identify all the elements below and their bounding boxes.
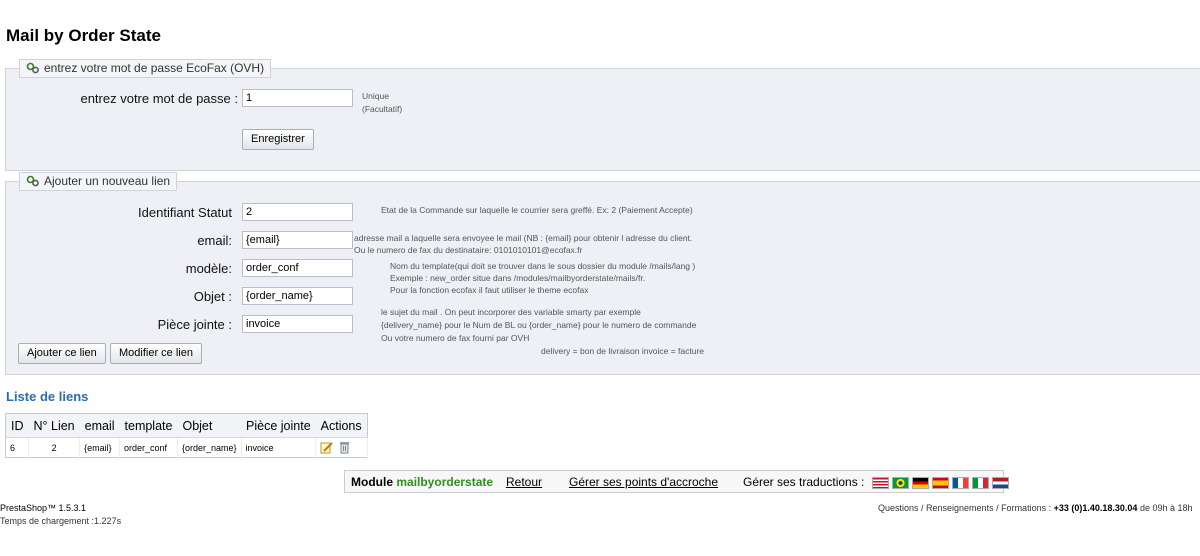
col-link-no: N° Lien: [28, 413, 80, 438]
manage-hooks-link[interactable]: Gérer ses points d'accroche: [569, 475, 718, 489]
ecofax-fieldset: entrez votre mot de passe EcoFax (OVH) e…: [5, 59, 1200, 171]
col-attachment: Pièce jointe: [241, 413, 316, 438]
col-template: template: [119, 413, 178, 438]
cell-link-no: 2: [28, 437, 81, 458]
delete-icon[interactable]: [339, 441, 350, 454]
settings-icon: [26, 175, 39, 187]
subject-input[interactable]: [242, 287, 353, 305]
col-actions: Actions: [315, 413, 368, 438]
attachment-label: Pièce jointe :: [157, 317, 232, 332]
ecofax-legend: entrez votre mot de passe EcoFax (OVH): [19, 59, 272, 78]
flag-de-icon[interactable]: [912, 477, 929, 489]
cell-subject: {order_name}: [177, 437, 242, 458]
language-flags: [869, 477, 1009, 491]
subject-label: Objet :: [193, 289, 232, 304]
back-link[interactable]: Retour: [506, 475, 542, 489]
template-input[interactable]: [242, 259, 353, 277]
flag-nl-icon[interactable]: [992, 477, 1009, 489]
template-label: modèle:: [185, 261, 232, 276]
modify-link-button[interactable]: Modifier ce lien: [110, 343, 202, 364]
email-hint-2: Ou le numero de fax du destinataire: 010…: [354, 245, 583, 255]
flag-it-icon[interactable]: [972, 477, 989, 489]
attachment-hint: delivery = bon de livraison invoice = fa…: [541, 346, 705, 356]
ecofax-legend-text: entrez votre mot de passe EcoFax (OVH): [44, 61, 265, 75]
status-hint: Etat de la Commande sur laquelle le cour…: [381, 205, 693, 215]
table-row: 6 2 {email} order_conf {order_name} invo…: [5, 437, 368, 458]
email-hint-1: adresse mail a laquelle sera envoyee le …: [354, 233, 693, 243]
password-input[interactable]: [242, 89, 353, 107]
password-hint-unique: Unique: [362, 91, 389, 101]
edit-icon[interactable]: [320, 441, 333, 454]
email-input[interactable]: [242, 231, 353, 249]
col-email: email: [79, 413, 120, 438]
contact-info: Questions / Renseignements / Formations …: [878, 503, 1193, 513]
subject-hint-3: Ou votre numero de fax fourni par OVH: [381, 333, 530, 343]
new-link-legend: Ajouter un nouveau lien: [19, 172, 178, 191]
status-label: Identifiant Statut: [138, 205, 232, 220]
table-header-row: ID N° Lien email template Objet Pièce jo…: [5, 413, 368, 438]
email-label: email:: [197, 233, 232, 248]
prestashop-version: PrestaShop™ 1.5.3.1: [0, 503, 87, 513]
template-hint-1: Nom du template(qui doit se trouver dans…: [390, 261, 696, 271]
flag-fr-icon[interactable]: [952, 477, 969, 489]
cell-email: {email}: [79, 437, 121, 458]
new-link-fieldset: Ajouter un nouveau lien Identifiant Stat…: [5, 172, 1200, 375]
template-hint-3: Pour la fonction ecofax il faut utiliser…: [390, 285, 589, 295]
add-link-button[interactable]: Ajouter ce lien: [18, 343, 106, 364]
col-id: ID: [5, 413, 29, 438]
flag-en-icon[interactable]: [872, 477, 889, 489]
subject-hint-1: le sujet du mail . On peut incorporer de…: [381, 307, 641, 317]
load-time: Temps de chargement :1.227s: [0, 516, 122, 526]
save-button[interactable]: Enregistrer: [242, 129, 314, 150]
module-name: mailbyorderstate: [396, 475, 494, 489]
new-link-legend-text: Ajouter un nouveau lien: [44, 174, 171, 188]
status-input[interactable]: [242, 203, 353, 221]
password-hint-optional: (Facultatif): [362, 104, 403, 114]
links-list-title: Liste de liens: [6, 389, 89, 404]
contact-phone: +33 (0)1.40.18.30.04: [1053, 503, 1138, 513]
col-subject: Objet: [177, 413, 242, 438]
cell-actions: [315, 437, 368, 458]
cell-template: order_conf: [119, 437, 178, 458]
links-table: ID N° Lien email template Objet Pièce jo…: [5, 413, 368, 458]
flag-es-icon[interactable]: [932, 477, 949, 489]
module-toolbar: Module mailbyorderstate Retour Gérer ses…: [344, 470, 1009, 493]
cell-attachment: invoice: [241, 437, 317, 458]
template-hint-2: Exemple : new_order situe dans /modules/…: [390, 273, 646, 283]
flag-br-icon[interactable]: [892, 477, 909, 489]
settings-icon: [26, 62, 39, 74]
subject-hint-2: {delivery_name} pour le Num de BL ou {or…: [381, 320, 697, 330]
password-label: entrez votre mot de passe :: [80, 91, 238, 106]
cell-id: 6: [5, 437, 29, 458]
page-title: Mail by Order State: [6, 26, 161, 45]
translations-label: Gérer ses traductions :: [743, 475, 865, 489]
module-label: Module mailbyorderstate: [351, 475, 494, 489]
attachment-input[interactable]: [242, 315, 353, 333]
